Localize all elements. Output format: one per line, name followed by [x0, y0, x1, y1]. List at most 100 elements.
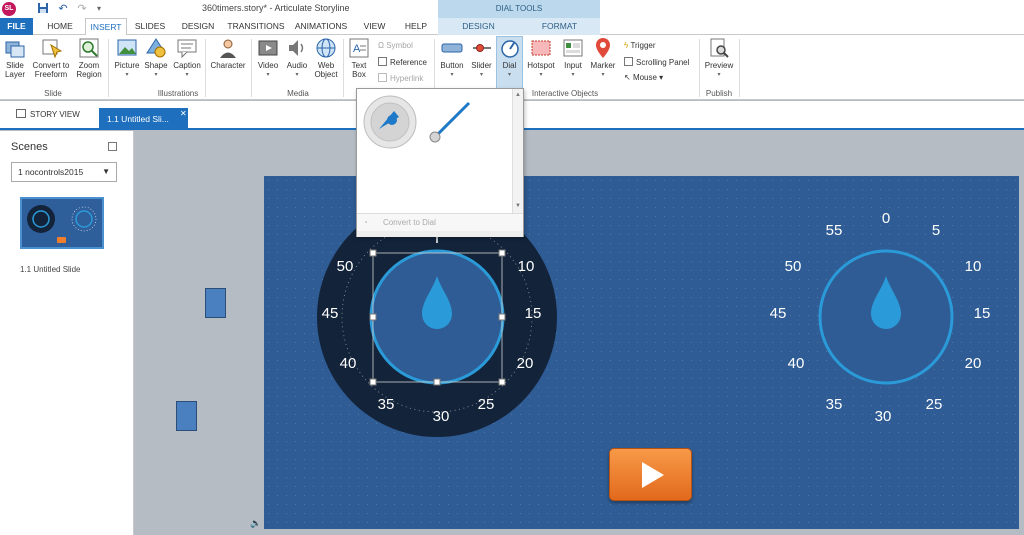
- group-interactive-label: Interactive Objects: [531, 89, 599, 98]
- play-button[interactable]: [609, 448, 692, 501]
- slider-icon: [472, 44, 491, 52]
- dial-right-label: 40: [787, 355, 805, 372]
- dial-right-label: 25: [925, 396, 943, 413]
- hyperlink-button[interactable]: Hyperlink: [378, 73, 423, 84]
- tab-transitions[interactable]: TRANSITIONS: [226, 18, 286, 35]
- button-icon: [441, 43, 463, 53]
- reference-icon: [378, 57, 387, 66]
- shape-button[interactable]: Shape ▾: [143, 37, 169, 80]
- scrolling-panel-button[interactable]: Scrolling Panel: [624, 57, 689, 68]
- tab-dial-format[interactable]: FORMAT: [519, 18, 600, 35]
- convert-to-dial-button[interactable]: ◔ Convert to Dial: [357, 213, 523, 231]
- dial-left-label: 10: [517, 258, 535, 275]
- shape-icon: [146, 38, 166, 58]
- tab-help[interactable]: HELP: [398, 18, 434, 35]
- light-dial[interactable]: [818, 249, 954, 385]
- tab-view[interactable]: VIEW: [357, 18, 392, 35]
- preview-button[interactable]: Preview ▾: [702, 37, 736, 80]
- canvas-rectangle[interactable]: [176, 401, 197, 431]
- dial-left-label: 45: [321, 305, 339, 322]
- hyperlink-label: Hyperlink: [390, 74, 424, 83]
- convert-freeform-button[interactable]: Convert to Freeform: [30, 37, 72, 79]
- tab-file[interactable]: FILE: [0, 18, 33, 35]
- dial-right-label: 0: [881, 210, 891, 227]
- web-object-button[interactable]: Web Object: [312, 37, 340, 79]
- input-label: Input: [564, 61, 582, 70]
- slide-tab-active[interactable]: 1.1 Untitled Sli...: [99, 108, 188, 130]
- dial-right-label: 15: [973, 305, 991, 322]
- chevron-down-icon[interactable]: ▼: [515, 203, 521, 209]
- web-object-icon: [316, 38, 336, 58]
- scenes-title: Scenes: [11, 141, 48, 153]
- redo-icon[interactable]: ↷: [75, 2, 89, 16]
- reference-button[interactable]: Reference: [378, 57, 427, 68]
- web-object-label-2: Object: [314, 70, 338, 79]
- close-tab-icon[interactable]: ✕: [180, 109, 187, 118]
- slide-layer-button[interactable]: Slide Layer: [2, 37, 28, 79]
- trigger-button[interactable]: ϟ Trigger: [624, 41, 656, 51]
- tab-dial-design[interactable]: DESIGN: [438, 18, 519, 35]
- resize-grip[interactable]: [357, 231, 523, 237]
- symbol-button[interactable]: Ω Symbol: [378, 41, 413, 51]
- svg-text:A: A: [353, 43, 361, 55]
- undo-icon[interactable]: ↶: [56, 2, 70, 16]
- ribbon-separator: [108, 39, 109, 97]
- audio-button[interactable]: Audio ▾: [283, 37, 311, 80]
- dial-button[interactable]: Dial ▾: [496, 36, 523, 89]
- hotspot-icon: [531, 40, 551, 56]
- zoom-region-icon: [79, 38, 99, 58]
- slider-button[interactable]: Slider ▾: [468, 37, 495, 80]
- dial-right-label: 5: [931, 222, 941, 239]
- app-logo: SL: [2, 2, 16, 16]
- tab-insert[interactable]: INSERT: [85, 18, 127, 36]
- dial-style-needle[interactable]: [425, 97, 475, 147]
- input-button[interactable]: Input ▾: [559, 37, 587, 80]
- tab-animations[interactable]: ANIMATIONS: [291, 18, 351, 35]
- chevron-up-icon[interactable]: ▲: [515, 92, 521, 98]
- customize-quick-access-icon[interactable]: ▾: [92, 2, 106, 16]
- input-icon: [563, 39, 583, 57]
- convert-to-dial-label: Convert to Dial: [383, 218, 436, 227]
- picture-button[interactable]: Picture ▾: [112, 37, 142, 80]
- story-view-tab[interactable]: STORY VIEW: [16, 109, 80, 119]
- dial-style-knob[interactable]: [361, 93, 419, 151]
- caption-button[interactable]: Caption ▾: [171, 37, 203, 80]
- button-button[interactable]: Button ▾: [437, 37, 467, 80]
- cursor-icon: ↖: [624, 73, 633, 82]
- tab-home[interactable]: HOME: [40, 18, 80, 35]
- text-box-icon: A: [349, 38, 369, 58]
- caption-label: Caption: [173, 61, 201, 70]
- dial-left-label: 20: [516, 355, 534, 372]
- mouse-label: Mouse: [632, 73, 657, 82]
- text-box-button[interactable]: A Text Box: [346, 37, 372, 79]
- dial-left-label: 15: [524, 305, 542, 322]
- scene-select-value: 1 nocontrols2015: [18, 167, 84, 177]
- marker-icon: [596, 38, 610, 58]
- ribbon-separator: [205, 39, 206, 97]
- scene-select[interactable]: 1 nocontrols2015 ▼: [11, 162, 117, 182]
- gallery-scrollbar[interactable]: ▲ ▼: [512, 89, 523, 213]
- tab-slides[interactable]: SLIDES: [131, 18, 169, 35]
- marker-button[interactable]: Marker ▾: [588, 37, 618, 80]
- mouse-button[interactable]: ↖ Mouse ▾: [624, 73, 663, 83]
- restore-panel-icon[interactable]: [108, 142, 117, 151]
- hotspot-button[interactable]: Hotspot ▾: [525, 37, 557, 80]
- canvas-rectangle[interactable]: [205, 288, 226, 318]
- audio-label: Audio: [286, 61, 308, 70]
- tab-design[interactable]: DESIGN: [176, 18, 220, 35]
- audio-icon: [289, 40, 304, 56]
- video-icon: [258, 40, 278, 56]
- dial-icon: [500, 40, 519, 58]
- character-button[interactable]: Character: [208, 37, 248, 70]
- zoom-region-button[interactable]: Zoom Region: [74, 37, 104, 79]
- slide-thumbnail[interactable]: [20, 197, 104, 249]
- preview-label: Preview: [704, 61, 734, 70]
- slider-label: Slider: [471, 61, 492, 70]
- character-icon: [220, 39, 236, 58]
- scenes-panel: Scenes 1 nocontrols2015 ▼ 1.1 Untitled Sl…: [0, 131, 134, 535]
- save-icon[interactable]: [36, 2, 50, 16]
- ribbon-tabs: FILE HOME INSERT SLIDES DESIGN TRANSITIO…: [0, 18, 1024, 36]
- needle-dial-icon: [429, 101, 471, 143]
- video-button[interactable]: Video ▾: [254, 37, 282, 80]
- volume-icon[interactable]: 🔈: [250, 518, 261, 529]
